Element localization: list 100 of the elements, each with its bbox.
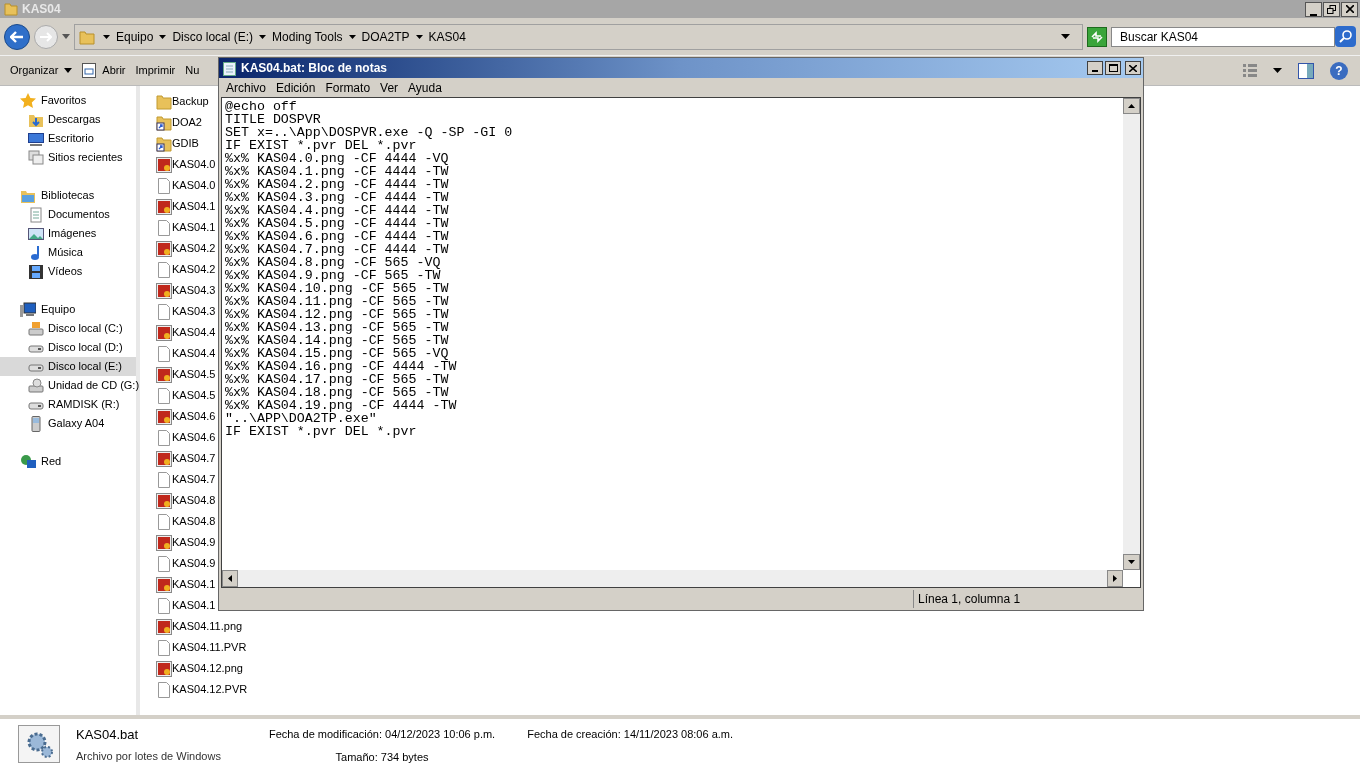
scroll-down-button[interactable] bbox=[1123, 554, 1140, 570]
code-line: %x% KAS04.11.png -CF 565 -TW bbox=[225, 295, 450, 308]
menu-item[interactable]: Ayuda bbox=[403, 78, 447, 97]
file-item[interactable]: KAS04.8 bbox=[156, 511, 216, 532]
menu-item[interactable]: Ver bbox=[375, 78, 404, 97]
down-arrow-icon bbox=[1128, 560, 1135, 564]
file-item[interactable]: DOA2 bbox=[156, 112, 202, 133]
breadcrumb-link[interactable]: Disco local (E:) bbox=[172, 27, 254, 46]
sidebar-header[interactable]: Bibliotecas bbox=[0, 186, 136, 205]
sidebar-item[interactable]: Disco local (E:) bbox=[0, 357, 136, 376]
breadcrumb-caret-icon[interactable] bbox=[415, 34, 423, 39]
vertical-scrollbar[interactable] bbox=[1123, 98, 1140, 570]
toolbar-button[interactable]: Imprimir bbox=[135, 62, 176, 79]
file-item[interactable]: KAS04.5 bbox=[156, 385, 216, 406]
file-item[interactable]: KAS04.1 bbox=[156, 217, 216, 238]
file-item[interactable]: KAS04.6 bbox=[156, 427, 216, 448]
breadcrumb-link[interactable]: Equipo bbox=[116, 27, 154, 46]
sidebar-item[interactable]: Galaxy A04 bbox=[0, 414, 136, 433]
sidebar-header[interactable]: Equipo bbox=[0, 300, 136, 319]
file-item[interactable]: KAS04.11.png bbox=[156, 616, 243, 637]
code-line: %x% KAS04.8.png -CF 565 -VQ bbox=[225, 256, 442, 269]
file-item[interactable]: KAS04.5 bbox=[156, 364, 216, 385]
maximize-button[interactable] bbox=[1105, 61, 1121, 75]
file-item[interactable]: KAS04.0 bbox=[156, 175, 216, 196]
blank-file-icon bbox=[156, 513, 172, 530]
file-item[interactable]: KAS04.12.PVR bbox=[156, 679, 248, 700]
cd-drive-icon bbox=[28, 377, 44, 394]
refresh-arrows-icon bbox=[1090, 30, 1104, 43]
menu-item[interactable]: Edición bbox=[271, 78, 321, 97]
breadcrumb-caret-icon[interactable] bbox=[103, 34, 110, 39]
sidebar-item[interactable]: Descargas bbox=[0, 110, 136, 129]
file-item[interactable]: KAS04.2 bbox=[156, 238, 216, 259]
file-item[interactable]: Backup bbox=[156, 91, 209, 112]
breadcrumb-caret-icon[interactable] bbox=[259, 34, 267, 39]
gear-file-icon bbox=[18, 725, 60, 763]
file-item[interactable]: KAS04.9 bbox=[156, 553, 216, 574]
sidebar-header[interactable]: Red bbox=[0, 452, 136, 471]
close-button[interactable] bbox=[1125, 61, 1141, 75]
sidebar-item[interactable]: Imágenes bbox=[0, 224, 136, 243]
code-line: %x% KAS04.4.png -CF 4444 -TW bbox=[225, 204, 450, 217]
sidebar-item[interactable]: Escritorio bbox=[0, 129, 136, 148]
sidebar-item[interactable]: Documentos bbox=[0, 205, 136, 224]
breadcrumb-link[interactable]: Moding Tools bbox=[272, 27, 343, 46]
help-button[interactable]: ? bbox=[1330, 61, 1348, 80]
restore-icon bbox=[1327, 4, 1336, 14]
minimize-button[interactable] bbox=[1305, 1, 1322, 17]
file-item[interactable]: KAS04.4 bbox=[156, 343, 216, 364]
scroll-left-button[interactable] bbox=[222, 570, 238, 587]
file-item[interactable]: KAS04.3 bbox=[156, 301, 216, 322]
file-item[interactable]: GDIB bbox=[156, 133, 199, 154]
file-item[interactable]: KAS04.3 bbox=[156, 280, 216, 301]
file-item[interactable]: KAS04.4 bbox=[156, 322, 216, 343]
file-item[interactable]: KAS04.7 bbox=[156, 469, 216, 490]
address-bar[interactable]: Equipo Disco local (E:) Moding Tools DOA2TP KAS04 bbox=[74, 23, 1083, 50]
caret-icon bbox=[62, 34, 70, 39]
sidebar-header[interactable]: Favoritos bbox=[0, 91, 136, 110]
menu-item[interactable]: Archivo bbox=[221, 78, 271, 97]
breadcrumb-caret-icon[interactable] bbox=[159, 34, 167, 39]
refresh-button[interactable] bbox=[1087, 26, 1107, 47]
sidebar-item[interactable]: Vídeos bbox=[0, 262, 136, 281]
file-item[interactable]: KAS04.8 bbox=[156, 490, 216, 511]
right-arrow-icon bbox=[1113, 575, 1117, 582]
toolbar-button[interactable]: Abrir bbox=[82, 62, 126, 79]
menu-item[interactable]: Formato bbox=[320, 78, 376, 97]
sidebar-item[interactable]: Disco local (D:) bbox=[0, 338, 136, 357]
star-icon bbox=[20, 92, 36, 109]
file-item[interactable]: KAS04.12.png bbox=[156, 658, 243, 679]
restore-button[interactable] bbox=[1323, 1, 1340, 17]
code-line: %x% KAS04.5.png -CF 4444 -TW bbox=[225, 217, 450, 230]
sidebar-item[interactable]: Disco local (C:) bbox=[0, 319, 136, 338]
file-item[interactable]: KAS04.6 bbox=[156, 406, 216, 427]
search-field[interactable]: Buscar KAS04 bbox=[1111, 26, 1335, 47]
back-button[interactable] bbox=[4, 23, 30, 50]
minimize-button[interactable] bbox=[1087, 61, 1103, 75]
sidebar-item[interactable]: Sitios recientes bbox=[0, 148, 136, 167]
toolbar-button[interactable]: Nu bbox=[185, 62, 200, 79]
toolbar-button[interactable]: Organizar bbox=[10, 62, 73, 79]
file-item[interactable]: KAS04.1 bbox=[156, 595, 216, 616]
app-window-icon bbox=[82, 63, 97, 78]
scroll-right-button[interactable] bbox=[1107, 570, 1123, 587]
document-icon bbox=[28, 206, 44, 223]
file-item[interactable]: KAS04.0 bbox=[156, 154, 216, 175]
caret-icon[interactable] bbox=[1273, 68, 1282, 73]
scroll-up-button[interactable] bbox=[1123, 98, 1140, 114]
file-item[interactable]: KAS04.7 bbox=[156, 448, 216, 469]
close-button[interactable] bbox=[1341, 1, 1358, 17]
breadcrumb-link[interactable]: KAS04 bbox=[428, 27, 466, 46]
file-item[interactable]: KAS04.11.PVR bbox=[156, 637, 247, 658]
preview-pane-icon[interactable] bbox=[1298, 62, 1314, 79]
sidebar-item[interactable]: RAMDISK (R:) bbox=[0, 395, 136, 414]
file-item[interactable]: KAS04.2 bbox=[156, 259, 216, 280]
breadcrumb-caret-icon[interactable] bbox=[348, 34, 356, 39]
file-item[interactable]: KAS04.1 bbox=[156, 574, 216, 595]
sidebar-item[interactable]: Música bbox=[0, 243, 136, 262]
horizontal-scrollbar[interactable] bbox=[222, 570, 1123, 587]
drive-icon bbox=[28, 320, 44, 337]
file-item[interactable]: KAS04.1 bbox=[156, 196, 216, 217]
breadcrumb-link[interactable]: DOA2TP bbox=[361, 27, 410, 46]
search-button[interactable] bbox=[1335, 26, 1356, 47]
file-item[interactable]: KAS04.9 bbox=[156, 532, 216, 553]
